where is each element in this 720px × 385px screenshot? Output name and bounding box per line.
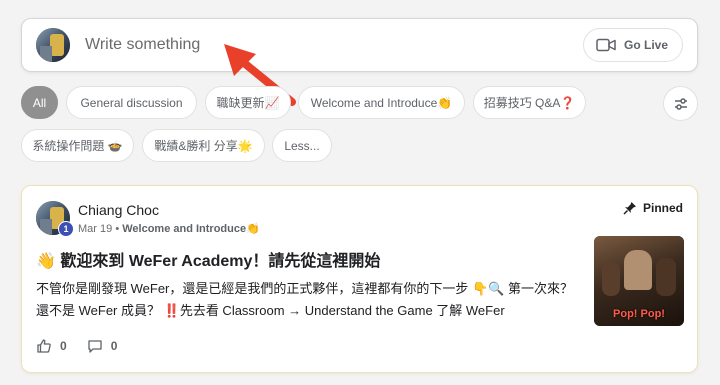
author-avatar-wrap[interactable]: 1 (36, 201, 74, 237)
go-live-label: Go Live (623, 38, 668, 52)
author-name[interactable]: Chiang Choc (78, 202, 159, 218)
chip-label: All (32, 95, 47, 110)
chip-general-discussion[interactable]: General discussion (66, 86, 197, 119)
composer-placeholder[interactable]: Write something (85, 36, 583, 54)
pinned-label: Pinned (642, 201, 683, 215)
like-button[interactable]: 0 (36, 338, 67, 354)
post-actions: 0 0 (36, 338, 137, 354)
user-avatar (36, 28, 70, 62)
chip-label: 系統操作問題 🍲 (32, 139, 123, 153)
chip-recruiting-qa[interactable]: 招募技巧 Q&A❓ (473, 86, 586, 119)
comment-button[interactable]: 0 (87, 338, 118, 354)
chip-welcome-introduce[interactable]: Welcome and Introduce👏 (298, 86, 465, 119)
post-category[interactable]: Welcome and Introduce👏 (122, 223, 260, 235)
post-body-emphasis: ‼️ (163, 303, 180, 318)
post-title[interactable]: 👋 歡迎來到 WeFer Academy！請先從這裡開始 (36, 247, 380, 271)
thumbs-up-icon (37, 339, 51, 353)
chip-less[interactable]: Less... (272, 129, 332, 162)
like-count: 0 (60, 339, 67, 353)
post-thumbnail[interactable]: Pop! Pop! (594, 236, 684, 326)
pinned-indicator: Pinned (623, 201, 683, 215)
chip-wins-sharing[interactable]: 戰績&勝利 分享🌟 (142, 129, 265, 162)
video-camera-icon (596, 38, 616, 52)
chip-label: General discussion (80, 95, 183, 110)
meta-separator: • (115, 223, 120, 235)
post-composer[interactable]: Write something Go Live (21, 18, 698, 72)
filter-button[interactable] (663, 86, 698, 121)
go-live-button[interactable]: Go Live (582, 28, 683, 62)
chip-label: 職缺更新📈 (216, 96, 280, 110)
chip-label: 招募技巧 Q&A❓ (483, 96, 576, 110)
post-body-text-2: 先去看 Classroom → Understand the Game 了解 W… (179, 303, 505, 318)
sliders-icon (674, 97, 687, 110)
comment-count: 0 (110, 339, 118, 353)
thumbnail-caption: Pop! Pop! (613, 308, 665, 320)
post-body: 不管你是剛發現 WeFer，還是已經是我們的正式夥伴，這裡都有你的下一步 👇🔍 … (36, 278, 576, 322)
post-date: Mar 19 (78, 223, 113, 235)
post-meta: Mar 19 • Welcome and Introduce👏 (78, 222, 260, 235)
chip-system-issues[interactable]: 系統操作問題 🍲 (21, 129, 134, 162)
pinned-post-card[interactable]: 1 Chiang Choc Mar 19 • Welcome and Intro… (21, 185, 698, 373)
chip-job-updates[interactable]: 職缺更新📈 (205, 86, 291, 119)
chip-all[interactable]: All (21, 86, 58, 119)
comment-icon (88, 340, 102, 353)
pin-icon (623, 202, 636, 215)
chip-label: 戰績&勝利 分享🌟 (154, 139, 253, 153)
level-badge: 1 (58, 221, 74, 237)
chip-label: Less... (284, 138, 320, 153)
chip-label: Welcome and Introduce👏 (310, 95, 453, 110)
